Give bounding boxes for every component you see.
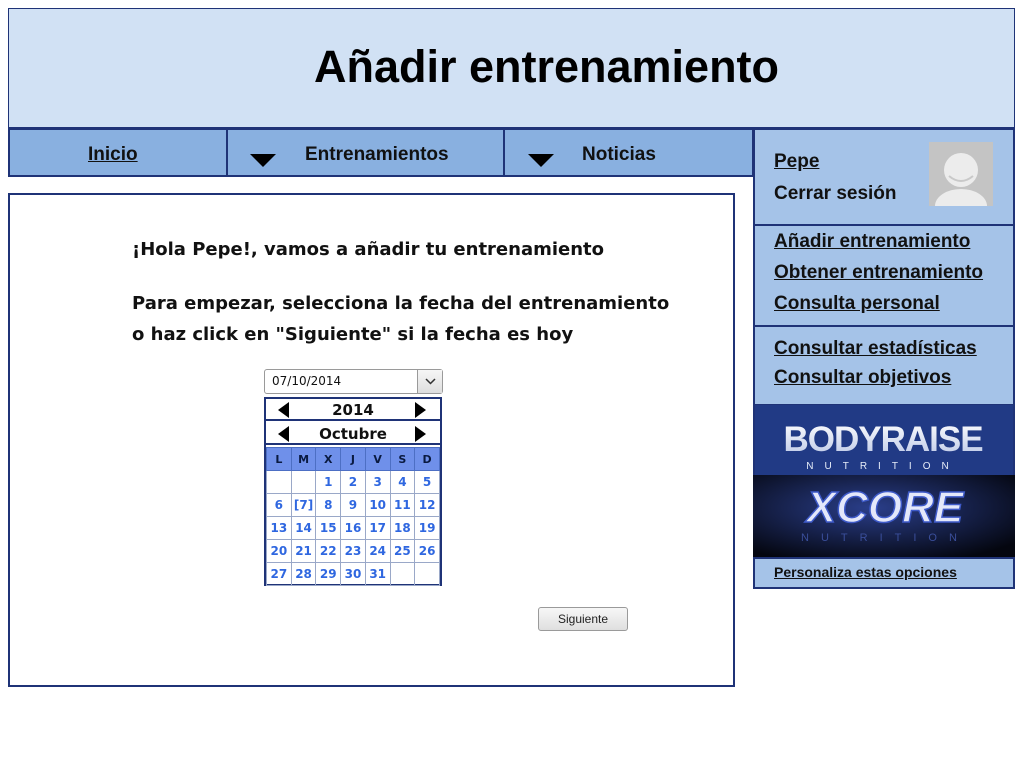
bodyraise-banner[interactable]: BODYRAISE NUTRITION	[753, 405, 1015, 475]
main-panel: ¡Hola Pepe!, vamos a añadir tu entrenami…	[8, 193, 735, 687]
next-month-arrow-icon[interactable]	[415, 426, 426, 442]
bodyraise-logo: BODYRAISE NUTRITION	[783, 420, 983, 472]
sidebar-item-consulta-personal[interactable]: Consulta personal	[774, 293, 940, 315]
nav-item-entrenamientos[interactable]: Entrenamientos	[226, 128, 505, 177]
weekday-header: M	[290, 447, 317, 471]
instruction-line-1: Para empezar, selecciona la fecha del en…	[132, 293, 670, 314]
sidebar-group-2: Consultar estadísticas Consultar objetiv…	[753, 325, 1015, 406]
calendar-day[interactable]: 18	[389, 516, 416, 540]
sidebar-item-objetivos[interactable]: Consultar objetivos	[774, 367, 951, 389]
calendar-day[interactable]: 14	[290, 516, 317, 540]
bodyraise-sub-text: NUTRITION	[806, 461, 959, 472]
customize-box: Personaliza estas opciones	[753, 557, 1015, 589]
calendar-day[interactable]: 12	[414, 493, 440, 517]
calendar-day[interactable]: 24	[364, 539, 391, 563]
xcore-text: XCORE	[804, 483, 965, 532]
weekday-header: D	[414, 447, 440, 471]
weekday-header-row: LMXJVSD	[266, 447, 440, 471]
nav-item-inicio[interactable]: Inicio	[8, 128, 228, 177]
sidebar-item-estadisticas[interactable]: Consultar estadísticas	[774, 338, 977, 360]
calendar-week-row: 27 28 29 30 31	[266, 562, 440, 586]
calendar-day[interactable]: 19	[414, 516, 440, 540]
date-input-value[interactable]: 07/10/2014	[272, 374, 341, 388]
calendar-year: 2014	[332, 401, 374, 419]
calendar-year-row: 2014	[266, 399, 440, 421]
calendar-day[interactable]: 31	[364, 562, 391, 586]
user-name-link[interactable]: Pepe	[774, 151, 819, 173]
sidebar-item-anadir[interactable]: Añadir entrenamiento	[774, 231, 970, 253]
user-box: Pepe Cerrar sesión	[753, 128, 1015, 226]
calendar-week-row: 6 [7] 8 9 10 11 12	[266, 493, 440, 517]
nav-noticias-label[interactable]: Noticias	[582, 144, 656, 166]
calendar-day[interactable]: 28	[290, 562, 317, 586]
xcore-logo: XCORE NUTRITION	[753, 475, 1015, 557]
calendar-day[interactable]: 26	[414, 539, 440, 563]
date-input[interactable]: 07/10/2014	[264, 369, 443, 394]
dropdown-triangle-icon[interactable]	[528, 154, 554, 167]
page-header: Añadir entrenamiento	[8, 8, 1015, 128]
calendar-grid: LMXJVSD 1 2 3 4 5 6 [7] 8 9 10 11 12 13 14 15 16 17 18 19 2…	[266, 447, 440, 586]
calendar-day[interactable]: 25	[389, 539, 416, 563]
nav-item-noticias[interactable]: Noticias	[503, 128, 754, 177]
nav-entrenamientos-label[interactable]: Entrenamientos	[305, 144, 449, 166]
calendar-day[interactable]: 17	[364, 516, 391, 540]
calendar-month: Octubre	[319, 425, 387, 443]
calendar-day[interactable]: 16	[340, 516, 366, 540]
calendar-day[interactable]: 8	[315, 493, 342, 517]
customize-link[interactable]: Personaliza estas opciones	[774, 564, 957, 580]
calendar-day[interactable]: 23	[340, 539, 366, 563]
sidebar-group-1: Añadir entrenamiento Obtener entrenamien…	[753, 224, 1015, 327]
user-avatar-icon	[929, 142, 993, 206]
calendar-week-row: 20 21 22 23 24 25 26	[266, 539, 440, 563]
avatar	[929, 142, 993, 206]
calendar-day[interactable]: [7]	[290, 493, 317, 517]
calendar-empty-cell	[266, 470, 292, 494]
date-dropdown-button[interactable]	[417, 370, 442, 393]
weekday-header: X	[315, 447, 342, 471]
weekday-header: J	[340, 447, 366, 471]
calendar-day[interactable]: 3	[364, 470, 391, 494]
next-button[interactable]: Siguiente	[538, 607, 628, 631]
greeting-text: ¡Hola Pepe!, vamos a añadir tu entrenami…	[132, 239, 605, 260]
calendar-day[interactable]: 13	[266, 516, 292, 540]
calendar-day[interactable]: 10	[364, 493, 391, 517]
calendar-month-row: Octubre	[266, 423, 440, 445]
calendar-day[interactable]: 21	[290, 539, 317, 563]
calendar-widget: 2014 Octubre LMXJVSD 1 2 3 4 5 6 [7] 8 9 10 11 12 13…	[264, 397, 442, 586]
calendar-day[interactable]: 15	[315, 516, 342, 540]
calendar-day[interactable]: 5	[414, 470, 440, 494]
calendar-empty-cell	[389, 562, 416, 586]
calendar-week-row: 12345	[266, 470, 440, 494]
chevron-down-icon	[425, 378, 436, 385]
calendar-day[interactable]: 1	[315, 470, 342, 494]
calendar-empty-cell	[290, 470, 317, 494]
calendar-day[interactable]: 30	[340, 562, 366, 586]
calendar-day[interactable]: 9	[340, 493, 366, 517]
calendar-empty-cell	[414, 562, 440, 586]
calendar-day[interactable]: 29	[315, 562, 342, 586]
instruction-line-2: o haz click en "Siguiente" si la fecha e…	[132, 324, 574, 345]
page-title: Añadir entrenamiento	[313, 41, 780, 92]
xcore-banner[interactable]: XCORE NUTRITION	[753, 475, 1015, 557]
xcore-sub-text: NUTRITION	[801, 532, 969, 544]
dropdown-triangle-icon[interactable]	[250, 154, 276, 167]
weekday-header: V	[364, 447, 391, 471]
calendar-day[interactable]: 2	[340, 470, 366, 494]
calendar-day[interactable]: 4	[389, 470, 416, 494]
nav-inicio-label[interactable]: Inicio	[88, 144, 138, 166]
calendar-days: 1 2 3 4 5 6 [7] 8 9 10 11 12 13 14 15 16 17 18 19 20 21 22 23 2…	[266, 470, 440, 586]
calendar-day[interactable]: 11	[389, 493, 416, 517]
next-year-arrow-icon[interactable]	[415, 402, 426, 418]
bodyraise-text: BODYRAISE	[783, 420, 982, 459]
sidebar-item-obtener[interactable]: Obtener entrenamiento	[774, 262, 983, 284]
logout-link[interactable]: Cerrar sesión	[774, 183, 897, 205]
calendar-day[interactable]: 22	[315, 539, 342, 563]
calendar-week-row: 13 14 15 16 17 18 19	[266, 516, 440, 540]
weekday-header: S	[389, 447, 416, 471]
calendar-day[interactable]: 20	[266, 539, 292, 563]
calendar-day[interactable]: 6	[266, 493, 292, 517]
calendar-day[interactable]: 27	[266, 562, 292, 586]
weekday-header: L	[266, 447, 292, 471]
